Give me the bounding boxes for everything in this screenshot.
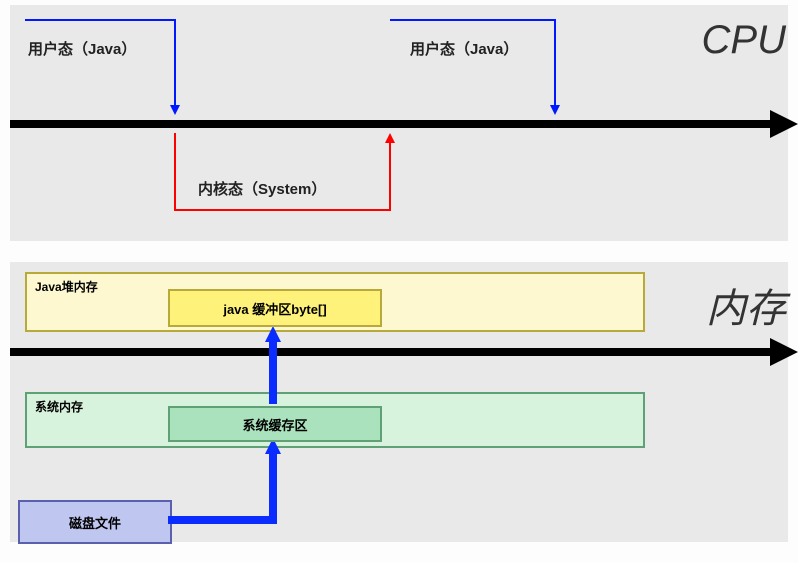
user-mode-label-1: 用户态（Java）: [28, 38, 136, 59]
system-buffer-label: 系统缓存区: [242, 415, 307, 434]
arrowhead-icon: [770, 110, 798, 138]
kernel-mode-label: 内核态（System）: [198, 178, 326, 199]
system-buffer-box: 系统缓存区: [168, 406, 382, 442]
memory-timeline-arrow: [10, 348, 778, 356]
java-buffer-box: java 缓冲区byte[]: [168, 289, 382, 327]
cpu-timeline-arrow: [10, 120, 778, 128]
cpu-label: CPU: [702, 18, 786, 63]
system-memory-label: 系统内存: [35, 398, 83, 415]
user-mode-label-2: 用户态（Java）: [410, 38, 518, 59]
arrowhead-icon: [770, 338, 798, 366]
memory-label: 内存: [706, 276, 786, 334]
disk-file-box: 磁盘文件: [18, 500, 172, 544]
java-buffer-label: java 缓冲区byte[]: [223, 299, 326, 318]
disk-file-label: 磁盘文件: [69, 513, 121, 532]
java-heap-label: Java堆内存: [35, 278, 98, 295]
